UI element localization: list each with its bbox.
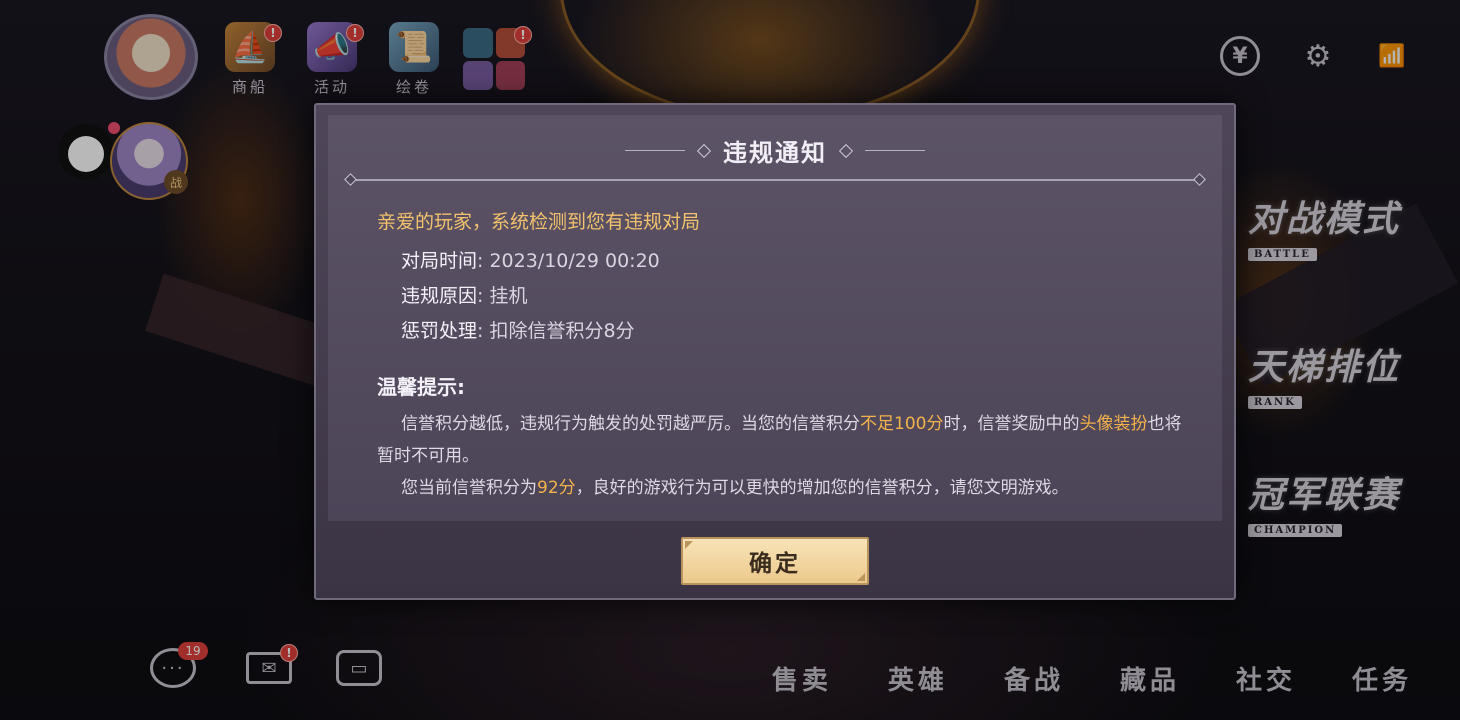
tip-paragraph: 信誉积分越低，违规行为触发的处罚越严厉。当您的信誉积分不足100分时，信誉奖励中… <box>377 408 1197 472</box>
dialog-title: 违规通知 <box>723 139 827 167</box>
header-diamond <box>696 143 712 158</box>
tip-title: 温馨提示: <box>377 375 465 399</box>
tip-text: ，良好的游戏行为可以更快的增加您的信誉积分，请您文明游戏。 <box>575 478 1069 498</box>
tip-text: 您当前信誉积分为 <box>401 478 537 498</box>
info-value: : 挂机 <box>477 285 528 307</box>
tip-highlight: 不足100分 <box>860 414 944 434</box>
dialog-body: 违规通知 亲爱的玩家，系统检测到您有违规对局 对局时间: 2023/10/29 … <box>328 115 1222 521</box>
info-value: : 2023/10/29 00:20 <box>477 250 660 272</box>
tip-text: 信誉积分越低，违规行为触发的处罚越严厉。当您的信誉积分 <box>401 414 860 434</box>
greeting-text: 亲爱的玩家，系统检测到您有违规对局 <box>377 211 701 233</box>
tip-text: 时，信誉奖励中的 <box>943 414 1080 434</box>
tip-paragraph: 您当前信誉积分为92分，良好的游戏行为可以更快的增加您的信誉积分，请您文明游戏。 <box>377 472 1197 504</box>
info-row-time: 对局时间: 2023/10/29 00:20 <box>401 244 1197 279</box>
info-value: : 扣除信誉积分8分 <box>477 320 635 342</box>
confirm-button[interactable]: 确定 <box>681 537 869 585</box>
header-diamond <box>838 143 854 158</box>
dialog-content: 亲爱的玩家，系统检测到您有违规对局 对局时间: 2023/10/29 00:20… <box>377 207 1197 504</box>
info-row-reason: 违规原因: 挂机 <box>401 279 1197 314</box>
info-key: 对局时间 <box>401 250 478 272</box>
dialog-divider <box>350 179 1200 181</box>
tip-highlight: 头像装扮 <box>1079 414 1148 434</box>
dialog-header: 违规通知 <box>328 133 1222 168</box>
violation-notice-dialog: 违规通知 亲爱的玩家，系统检测到您有违规对局 对局时间: 2023/10/29 … <box>314 103 1236 600</box>
info-key: 违规原因 <box>401 285 478 307</box>
info-key: 惩罚处理 <box>401 320 478 342</box>
info-row-penalty: 惩罚处理: 扣除信誉积分8分 <box>401 314 1197 349</box>
header-line <box>865 150 925 151</box>
header-line <box>625 150 685 151</box>
tip-highlight: 92分 <box>537 478 576 498</box>
